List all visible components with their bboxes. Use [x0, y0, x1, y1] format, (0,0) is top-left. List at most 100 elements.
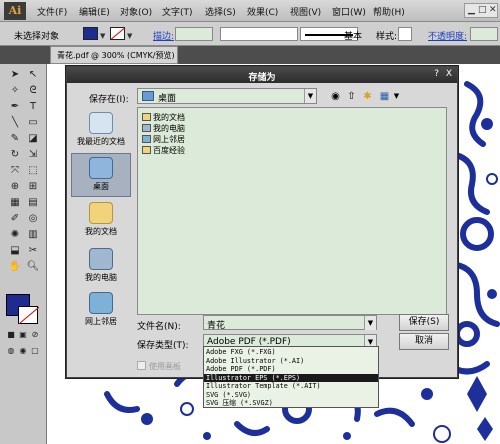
eraser-tool-icon[interactable]: ◪: [26, 132, 40, 146]
selection-status: 未选择对象: [14, 32, 60, 42]
back-icon[interactable]: ◉: [329, 90, 342, 103]
menu-edit[interactable]: 编辑(E): [79, 5, 110, 18]
list-item[interactable]: 百度经验: [142, 145, 185, 156]
lasso-tool-icon[interactable]: ᘓ: [26, 84, 40, 98]
slice-tool-icon[interactable]: ✂: [26, 244, 40, 258]
list-item[interactable]: 网上邻居: [142, 134, 185, 145]
rotate-tool-icon[interactable]: ↻: [8, 148, 22, 162]
opacity-input[interactable]: [470, 27, 498, 41]
type-tool-icon[interactable]: T: [26, 100, 40, 114]
dialog-title: 存储为: [248, 73, 276, 83]
chevron-down-icon[interactable]: ▼: [127, 32, 132, 40]
filetype-option[interactable]: Adobe FXG (*.FXG): [204, 348, 378, 356]
file-list[interactable]: 我的文档 我的电脑 网上邻居 百度经验: [137, 107, 447, 315]
style-label: 样式:: [376, 32, 398, 42]
perspective-grid-tool-icon[interactable]: ⊞: [26, 180, 40, 194]
network-icon: [89, 292, 113, 314]
save-in-label: 保存在(I):: [89, 95, 129, 105]
app-logo: Ai: [4, 2, 26, 20]
menu-object[interactable]: 对象(O): [120, 5, 152, 18]
document-tab-bar: 青花.pdf @ 300% (CMYK/预览): [0, 46, 500, 64]
filetype-option[interactable]: SVG 压缩 (*.SVGZ): [204, 399, 378, 407]
mesh-tool-icon[interactable]: ▦: [8, 196, 22, 210]
menu-select[interactable]: 选择(S): [205, 5, 236, 18]
free-transform-tool-icon[interactable]: ⬚: [26, 164, 40, 178]
chevron-down-icon[interactable]: ▼: [390, 90, 403, 103]
menu-effect[interactable]: 效果(C): [247, 5, 278, 18]
maximize-icon[interactable]: □: [478, 5, 487, 15]
shape-builder-tool-icon[interactable]: ⊕: [8, 180, 22, 194]
tools-panel: ➤ ↖ ✧ ᘓ ✒ T ╲ ▭ ✎ ◪ ↻ ⇲ ⤧ ⬚ ⊕ ⊞ ▦ ▤ ✐ ◎ …: [0, 64, 47, 444]
scale-tool-icon[interactable]: ⇲: [26, 148, 40, 162]
paintbrush-tool-icon[interactable]: ✎: [8, 132, 22, 146]
artboard-tool-icon[interactable]: ⬓: [8, 244, 22, 258]
hand-tool-icon[interactable]: ✋: [8, 260, 22, 274]
filename-input[interactable]: 青花 ▼: [203, 315, 377, 331]
cancel-button[interactable]: 取消: [399, 333, 449, 350]
eyedropper-tool-icon[interactable]: ✐: [8, 212, 22, 226]
filetype-option[interactable]: SVG (*.SVG): [204, 391, 378, 399]
filetype-option[interactable]: Adobe Illustrator (*.AI): [204, 357, 378, 365]
filename-value: 青花: [207, 321, 226, 331]
zoom-tool-icon[interactable]: 🔍︎: [26, 260, 40, 274]
new-folder-icon[interactable]: ✱: [361, 90, 374, 103]
gradient-tool-icon[interactable]: ▤: [26, 196, 40, 210]
magic-wand-tool-icon[interactable]: ✧: [8, 84, 22, 98]
none-mode-icon[interactable]: ⊘: [28, 328, 42, 342]
rectangle-tool-icon[interactable]: ▭: [26, 116, 40, 130]
up-folder-icon[interactable]: ⇧: [345, 90, 358, 103]
places-bar: 我最近的文档 桌面 我的文档 我的电脑 网上邻居: [71, 107, 131, 326]
desktop-icon: [142, 91, 154, 101]
stroke-link[interactable]: 描边:: [153, 29, 174, 42]
place-my-computer[interactable]: 我的电脑: [71, 245, 131, 289]
column-graph-tool-icon[interactable]: ▥: [26, 228, 40, 242]
width-tool-icon[interactable]: ⤧: [8, 164, 22, 178]
chevron-down-icon[interactable]: ▼: [304, 89, 316, 103]
opacity-link[interactable]: 不透明度:: [428, 29, 467, 42]
pen-tool-icon[interactable]: ✒: [8, 100, 22, 114]
menu-file[interactable]: 文件(F): [37, 5, 67, 18]
menu-type[interactable]: 文字(T): [162, 5, 193, 18]
minimize-icon[interactable]: ▁: [468, 5, 475, 15]
stroke-color-box[interactable]: [18, 306, 38, 324]
use-artboards-checkbox[interactable]: [137, 361, 146, 370]
filetype-option[interactable]: Illustrator EPS (*.EPS): [204, 373, 378, 382]
filetype-options-list[interactable]: Adobe FXG (*.FXG) Adobe Illustrator (*.A…: [203, 346, 379, 408]
line-tool-icon[interactable]: ╲: [8, 116, 22, 130]
graphic-style-picker[interactable]: [398, 27, 412, 41]
window-controls: ▁ □ ✕: [464, 3, 498, 18]
save-button[interactable]: 保存(S): [399, 314, 449, 331]
folder-icon: [142, 113, 151, 121]
blend-tool-icon[interactable]: ◎: [26, 212, 40, 226]
place-my-documents[interactable]: 我的文档: [71, 199, 131, 243]
menu-window[interactable]: 窗口(W): [332, 5, 366, 18]
place-recent[interactable]: 我最近的文档: [71, 109, 131, 153]
filetype-option[interactable]: Illustrator Template (*.AIT): [204, 382, 378, 390]
chevron-down-icon[interactable]: ▼: [100, 32, 105, 40]
filetype-option[interactable]: Adobe PDF (*.PDF): [204, 365, 378, 373]
filetype-label: 保存类型(T):: [137, 341, 189, 351]
chevron-down-icon[interactable]: ▼: [364, 316, 376, 330]
close-button[interactable]: X: [446, 69, 452, 79]
stroke-weight-input[interactable]: [175, 27, 213, 41]
direct-selection-tool-icon[interactable]: ↖: [26, 68, 40, 82]
place-network[interactable]: 网上邻居: [71, 289, 131, 333]
symbol-sprayer-tool-icon[interactable]: ✺: [8, 228, 22, 242]
document-tab[interactable]: 青花.pdf @ 300% (CMYK/预览): [50, 46, 178, 64]
close-window-icon[interactable]: ✕: [489, 5, 497, 15]
desktop-icon: [89, 157, 113, 179]
list-item[interactable]: 我的电脑: [142, 123, 185, 134]
dialog-titlebar: 存储为 ? X: [67, 67, 457, 83]
my-computer-icon: [89, 248, 113, 270]
selection-tool-icon[interactable]: ➤: [8, 68, 22, 82]
menu-help[interactable]: 帮助(H): [373, 5, 405, 18]
save-in-dropdown[interactable]: 桌面 ▼: [137, 88, 317, 104]
screen-mode-icon[interactable]: ▢: [28, 344, 42, 358]
menu-view[interactable]: 视图(V): [290, 5, 321, 18]
place-desktop[interactable]: 桌面: [71, 153, 131, 197]
stroke-color-swatch[interactable]: [110, 27, 125, 40]
help-button[interactable]: ?: [434, 69, 439, 79]
list-item[interactable]: 我的文档: [142, 112, 185, 123]
fill-color-swatch[interactable]: [83, 27, 98, 40]
variable-width-profile[interactable]: [220, 27, 298, 41]
